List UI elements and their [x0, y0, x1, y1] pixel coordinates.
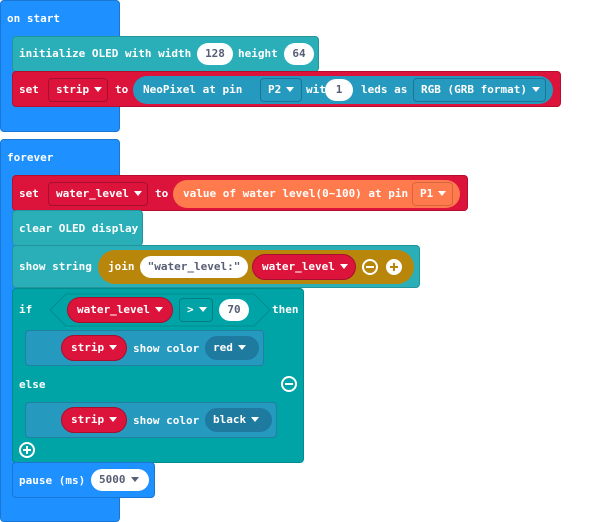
pause-block[interactable]: pause (ms) 5000 [12, 462, 155, 498]
strip-variable-value: strip [56, 83, 90, 96]
led-format-dropdown[interactable]: RGB (GRB format) [413, 78, 546, 102]
leds-as-label: leds as [361, 83, 408, 96]
pause-label: pause (ms) [19, 474, 86, 487]
show-string-label: show string [19, 260, 92, 273]
chevron-down-icon [237, 345, 246, 350]
if-label: if [19, 303, 33, 316]
clear-oled-block[interactable]: clear OLED display [12, 210, 143, 246]
chevron-down-icon [109, 345, 118, 350]
set-label: set [19, 187, 39, 200]
show-color-label: show color [133, 414, 200, 427]
color-dropdown[interactable]: black [205, 408, 272, 432]
water-level-sensor-label: value of water level(0~100) at pin [183, 187, 409, 200]
neopixel-create-block[interactable]: NeoPixel at pin P2 with 1 leds as RGB (G… [133, 76, 553, 104]
pause-value-dropdown[interactable]: 5000 [91, 469, 149, 491]
oled-width-input[interactable]: 128 [197, 43, 233, 65]
neopixel-pin-value: P2 [268, 83, 282, 96]
strip-variable-value: strip [71, 413, 105, 426]
water-level-variable-reporter[interactable]: water_level [67, 297, 173, 323]
sensor-pin-value: P1 [420, 187, 434, 200]
chevron-down-icon [198, 307, 207, 312]
led-format-value: RGB (GRB format) [421, 83, 527, 96]
strip-variable-reporter[interactable]: strip [61, 335, 127, 361]
show-color-black-block[interactable]: strip show color black [25, 402, 277, 438]
add-input-icon[interactable] [386, 259, 402, 275]
set-water-level-block[interactable]: set water_level to value of water level(… [12, 175, 468, 211]
then-label: then [272, 303, 299, 316]
on-start-label: on start [7, 12, 60, 25]
comparison-block[interactable]: water_level > 70 [49, 293, 271, 327]
show-string-block[interactable]: show string join "water_level:" water_le… [12, 245, 420, 288]
remove-else-icon[interactable] [281, 376, 297, 392]
oled-height-input[interactable]: 64 [284, 43, 314, 65]
compare-value-input[interactable]: 70 [219, 299, 249, 321]
chevron-down-icon [531, 87, 540, 92]
operator-dropdown[interactable]: > [179, 298, 213, 322]
show-color-label: show color [133, 342, 200, 355]
oled-height-label: height [238, 47, 278, 60]
water-level-variable-value: water_level [77, 303, 150, 316]
pause-value: 5000 [99, 473, 126, 486]
neopixel-label: NeoPixel at pin [143, 83, 243, 96]
set-strip-block[interactable]: set strip to NeoPixel at pin P2 with 1 l… [12, 71, 561, 107]
clear-oled-label: clear OLED display [19, 222, 139, 235]
chevron-down-icon [130, 477, 139, 482]
join-label: join [108, 260, 135, 273]
strip-variable-reporter[interactable]: strip [61, 407, 127, 433]
chevron-down-icon [133, 191, 142, 196]
to-label: to [155, 187, 169, 200]
chevron-down-icon [339, 264, 348, 269]
string-input[interactable]: "water_level:" [140, 256, 248, 278]
water-level-variable-dropdown[interactable]: water_level [48, 182, 148, 206]
sensor-pin-dropdown[interactable]: P1 [412, 182, 453, 206]
chevron-down-icon [109, 417, 118, 422]
set-label: set [19, 83, 39, 96]
strip-variable-value: strip [71, 341, 105, 354]
forever-label: forever [7, 151, 54, 164]
water-level-variable-reporter[interactable]: water_level [252, 254, 356, 280]
chevron-down-icon [94, 87, 103, 92]
strip-variable-dropdown[interactable]: strip [48, 78, 108, 102]
chevron-down-icon [438, 191, 447, 196]
else-label: else [19, 378, 46, 391]
led-count-input[interactable]: 1 [325, 79, 353, 101]
show-color-red-block[interactable]: strip show color red [25, 330, 264, 366]
to-label: to [115, 83, 129, 96]
color-dropdown[interactable]: red [205, 336, 259, 360]
operator-value: > [187, 303, 194, 316]
color-value: red [213, 341, 233, 354]
water-level-sensor-block[interactable]: value of water level(0~100) at pin P1 [173, 180, 460, 208]
chevron-down-icon [286, 87, 295, 92]
water-level-variable-value: water_level [262, 260, 335, 273]
add-else-if-icon[interactable] [19, 442, 35, 458]
chevron-down-icon [154, 307, 163, 312]
init-oled-label: initialize OLED with width [19, 47, 192, 60]
neopixel-pin-dropdown[interactable]: P2 [260, 78, 302, 102]
color-value: black [213, 413, 247, 426]
chevron-down-icon [251, 417, 260, 422]
water-level-variable-value: water_level [56, 187, 129, 200]
init-oled-block[interactable]: initialize OLED with width 128 height 64 [12, 36, 319, 72]
join-block[interactable]: join "water_level:" water_level [98, 250, 414, 284]
remove-input-icon[interactable] [362, 259, 378, 275]
